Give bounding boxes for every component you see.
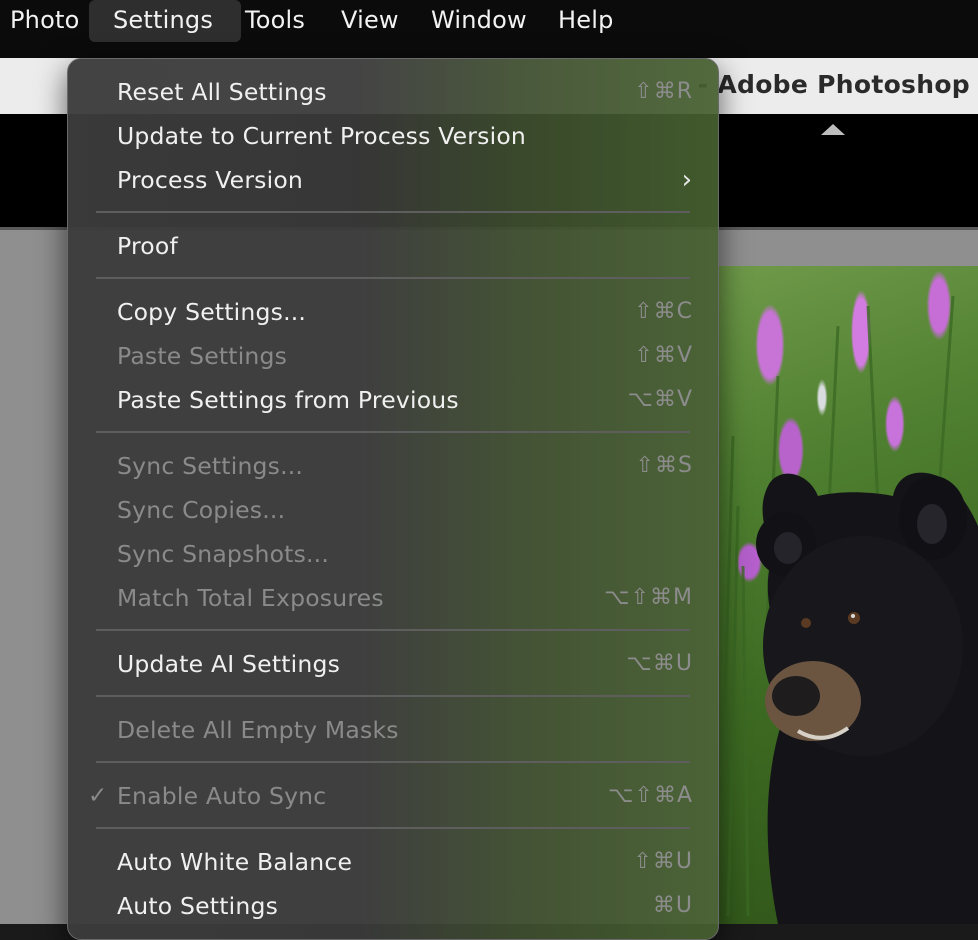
menu-window[interactable]: Window: [431, 0, 527, 42]
menu-item-update-ai-settings[interactable]: Update AI Settings ⌥⌘U: [68, 642, 718, 686]
menu-view[interactable]: View: [341, 0, 399, 42]
menu-item-delete-all-empty-masks: Delete All Empty Masks: [68, 708, 718, 752]
chevron-right-icon: ›: [681, 165, 692, 195]
menu-separator: [96, 827, 690, 829]
menu-item-label: Delete All Empty Masks: [117, 716, 399, 744]
menu-tools[interactable]: Tools: [245, 0, 305, 42]
menu-separator: [96, 431, 690, 433]
menu-item-enable-auto-sync: ✓ Enable Auto Sync ⌥⇧⌘A: [68, 774, 718, 818]
menu-item-label: Sync Copies...: [117, 496, 286, 524]
menu-item-label: Match Total Exposures: [117, 584, 384, 612]
menu-item-copy-settings[interactable]: Copy Settings... ⇧⌘C: [68, 290, 718, 334]
shortcut-text: ⇧⌘C: [634, 299, 693, 324]
checkmark-icon: ✓: [88, 783, 108, 809]
menu-item-paste-settings-from-previous[interactable]: Paste Settings from Previous ⌥⌘V: [68, 378, 718, 422]
photo-preview: [718, 266, 978, 924]
menu-settings[interactable]: Settings: [89, 0, 242, 42]
menu-separator: [96, 761, 690, 763]
menu-item-sync-settings: Sync Settings... ⇧⌘S: [68, 444, 718, 488]
menu-item-update-process-version[interactable]: Update to Current Process Version: [68, 114, 718, 158]
menu-item-label: Sync Snapshots...: [117, 540, 330, 568]
menu-separator: [96, 211, 690, 213]
menu-separator: [96, 629, 690, 631]
shortcut-text: ⇧⌘V: [634, 343, 693, 368]
menu-item-label: Update AI Settings: [117, 650, 341, 678]
menu-item-label: Sync Settings...: [117, 452, 304, 480]
shortcut-text: ⌥⌘V: [627, 387, 693, 412]
menu-item-label: Process Version: [117, 166, 304, 194]
menu-item-reset-all-settings[interactable]: Reset All Settings ⇧⌘R: [68, 70, 718, 114]
shortcut-text: ⌘U: [652, 893, 693, 918]
menu-separator: [96, 277, 690, 279]
menu-item-sync-copies: Sync Copies...: [68, 488, 718, 532]
menu-item-proof[interactable]: Proof: [68, 224, 718, 268]
menu-item-auto-settings[interactable]: Auto Settings ⌘U: [68, 884, 718, 928]
menu-help[interactable]: Help: [558, 0, 614, 42]
shortcut-text: ⇧⌘S: [635, 453, 693, 478]
shortcut-text: ⇧⌘R: [634, 79, 693, 104]
menu-item-label: Update to Current Process Version: [117, 122, 527, 150]
shortcut-text: ⌥⇧⌘M: [604, 585, 693, 610]
menu-bar: Photo Settings Tools View Window Help: [0, 0, 978, 58]
collapse-panel-triangle-icon[interactable]: [821, 124, 845, 135]
menu-item-sync-snapshots: Sync Snapshots...: [68, 532, 718, 576]
menu-item-process-version[interactable]: Process Version ›: [68, 158, 718, 202]
menu-item-paste-settings: Paste Settings ⇧⌘V: [68, 334, 718, 378]
menu-item-label: Enable Auto Sync: [117, 782, 327, 810]
shortcut-text: ⌥⇧⌘A: [608, 783, 693, 808]
menu-separator: [96, 695, 690, 697]
menu-item-label: Copy Settings...: [117, 298, 307, 326]
shortcut-text: ⇧⌘U: [633, 849, 693, 874]
menu-item-match-total-exposures: Match Total Exposures ⌥⇧⌘M: [68, 576, 718, 620]
menu-photo[interactable]: Photo: [10, 0, 79, 42]
settings-menu-dropdown: Reset All Settings ⇧⌘R Update to Current…: [67, 58, 719, 940]
window-title: - Adobe Photoshop: [697, 70, 970, 99]
bear-image: [721, 295, 978, 924]
menu-item-label: Reset All Settings: [117, 78, 327, 106]
menu-item-label: Proof: [117, 232, 178, 260]
menu-item-auto-white-balance[interactable]: Auto White Balance ⇧⌘U: [68, 840, 718, 884]
menu-item-label: Auto White Balance: [117, 848, 353, 876]
menu-item-label: Auto Settings: [117, 892, 279, 920]
menu-item-label: Paste Settings: [117, 342, 288, 370]
menu-item-label: Paste Settings from Previous: [117, 386, 459, 414]
shortcut-text: ⌥⌘U: [626, 651, 693, 676]
